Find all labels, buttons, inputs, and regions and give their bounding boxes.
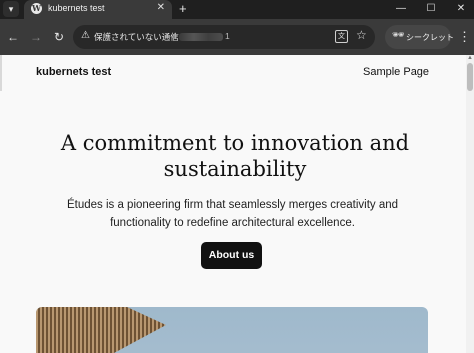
incognito-button[interactable]: 🕶 シークレット (385, 25, 454, 49)
hero-image (36, 307, 428, 353)
warning-icon[interactable]: ⚠ (81, 30, 90, 41)
reload-icon[interactable]: ↻ (50, 28, 68, 46)
site-header: kubernets test Sample Page (0, 55, 466, 91)
minimize-button[interactable]: — (386, 0, 416, 19)
scroll-thumb[interactable] (467, 63, 473, 91)
security-status[interactable]: 保護されていない通信 (94, 31, 179, 43)
tab-strip: ▾ W kubernets test ✕ + — ☐ ✕ (0, 0, 474, 19)
wordpress-icon: W (31, 3, 42, 14)
building-roof-image (36, 307, 166, 353)
url-text-start: 4 (172, 31, 177, 41)
forward-arrow-icon[interactable]: → (27, 28, 45, 46)
nav-link-sample-page[interactable]: Sample Page (363, 66, 429, 78)
hero-heading: A commitment to innovation and sustainab… (60, 131, 410, 181)
browser-toolbar: ← → ↻ ⚠ 保護されていない通信 4 1 文 ☆ 🕶 シークレット ⋮ (0, 19, 474, 55)
scroll-up-icon[interactable]: ▲ (466, 55, 474, 62)
about-us-button[interactable]: About us (201, 242, 262, 269)
address-bar[interactable]: ⚠ 保護されていない通信 4 1 文 ☆ (73, 25, 375, 49)
maximize-button[interactable]: ☐ (416, 0, 446, 19)
browser-window: ▾ W kubernets test ✕ + — ☐ ✕ ← → ↻ ⚠ 保護さ… (0, 0, 474, 353)
star-icon[interactable]: ☆ (356, 28, 367, 42)
site-title[interactable]: kubernets test (36, 66, 111, 78)
incognito-label: シークレット (406, 33, 454, 42)
hero-description: Études is a pioneering firm that seamles… (66, 199, 399, 229)
close-icon[interactable]: ✕ (157, 2, 165, 13)
translate-icon[interactable]: 文 (335, 30, 348, 43)
more-menu-icon[interactable]: ⋮ (458, 28, 471, 46)
new-tab-button[interactable]: + (179, 0, 187, 17)
tab-title: kubernets test (48, 3, 105, 13)
back-arrow-icon[interactable]: ← (4, 28, 22, 46)
window-close-button[interactable]: ✕ (446, 0, 474, 19)
url-redacted (179, 33, 223, 41)
url-text-end: 1 (225, 31, 230, 41)
scrollbar[interactable]: ▲ (466, 55, 474, 353)
browser-tab[interactable]: W kubernets test ✕ (24, 0, 172, 19)
page-viewport: kubernets test Sample Page A commitment … (0, 55, 474, 353)
tab-search-button[interactable]: ▾ (3, 1, 19, 17)
incognito-icon: 🕶 (392, 30, 405, 41)
